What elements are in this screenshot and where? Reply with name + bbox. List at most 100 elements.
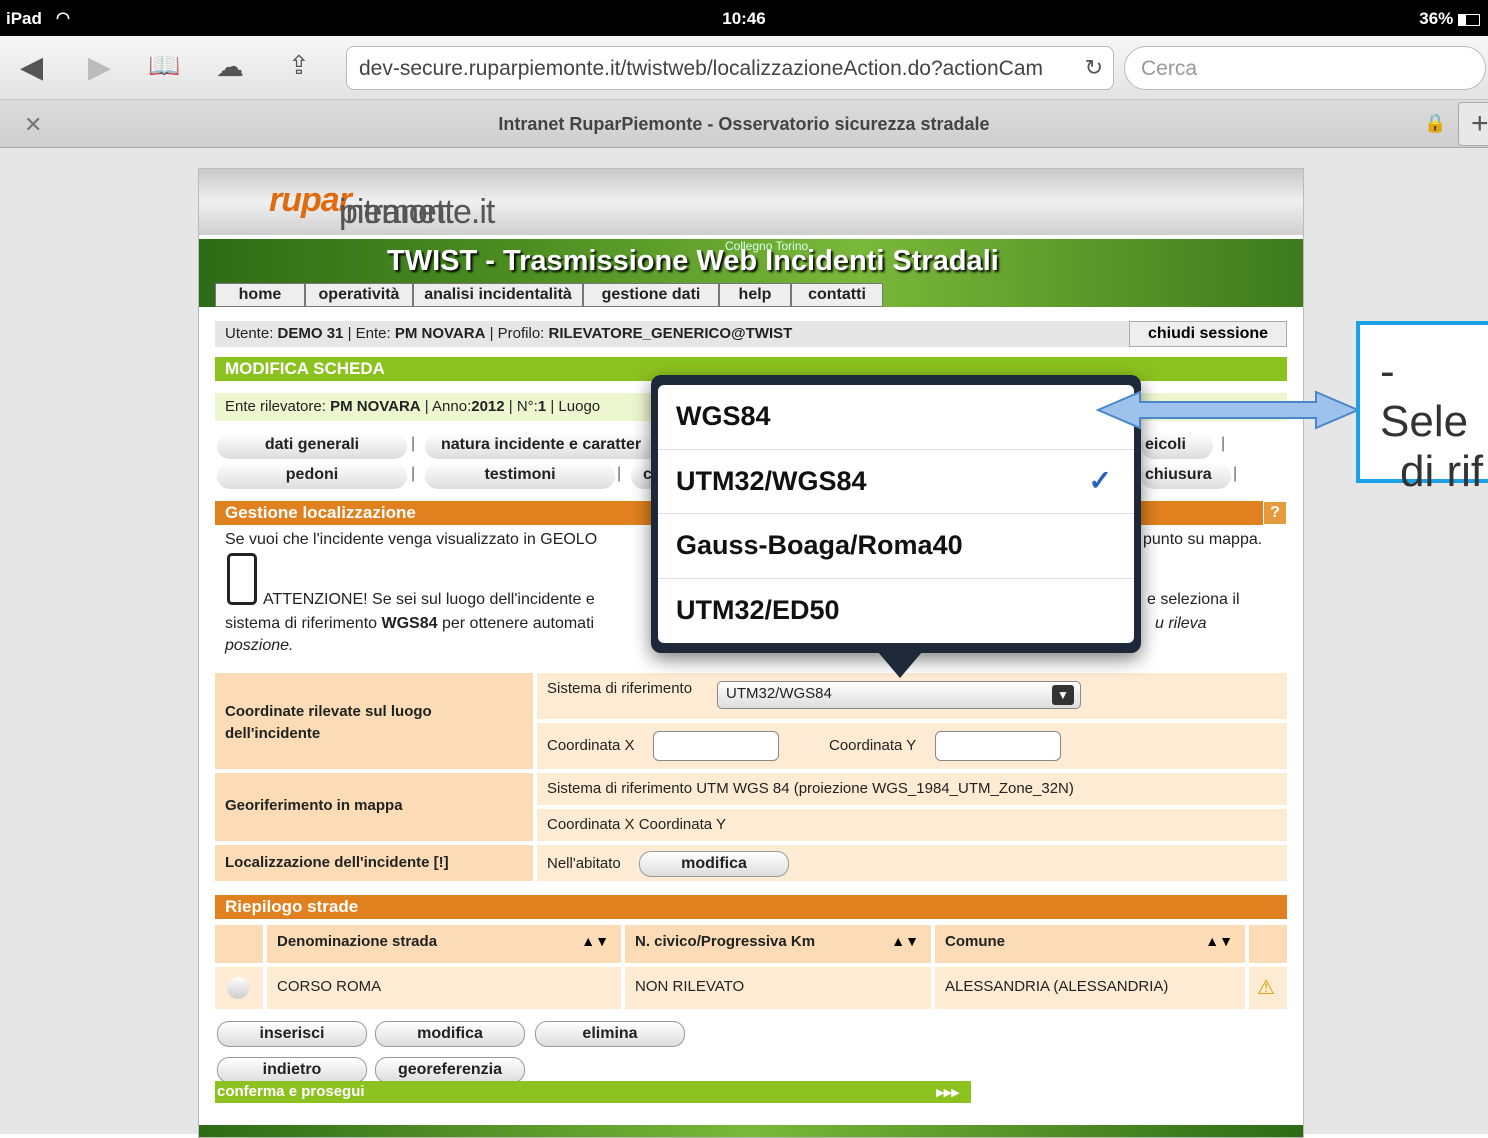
info-line-1b: punto su mappa. (1143, 531, 1263, 548)
sort-icon[interactable]: ▲▼ (891, 933, 919, 949)
coord-y-label: Coordinata Y (829, 737, 917, 754)
tab-title[interactable]: Intranet RuparPiemonte - Osservatorio si… (0, 114, 1488, 135)
info-line-3: sistema di riferimento WGS84 per ottener… (225, 615, 595, 632)
abitato-label: Nell'abitato (547, 855, 621, 872)
table-header-comune[interactable]: Comune ▲▼ (935, 925, 1245, 963)
bookmarks-icon[interactable]: 📖 (148, 50, 180, 81)
table-cell-comune: ALESSANDRIA (ALESSANDRIA) (935, 967, 1245, 1009)
geo-sistema: Sistema di riferimento UTM WGS 84 (proie… (537, 773, 1287, 805)
modifica-loc-button[interactable]: modifica (639, 851, 789, 877)
table-header-strada[interactable]: Denominazione strada ▲▼ (267, 925, 621, 963)
battery: 36% (1419, 9, 1480, 29)
geo-label-cell: Georiferimento in mappa (215, 773, 533, 841)
section-riepilogo-strade: Riepilogo strade (215, 895, 1287, 919)
search-placeholder: Cerca (1141, 57, 1198, 80)
info-line-4: poszione. (225, 637, 294, 654)
tab-veicoli[interactable]: eicoli (1141, 433, 1213, 459)
nav-operativita[interactable]: operatività (305, 283, 413, 307)
new-tab-icon[interactable]: + (1458, 102, 1488, 146)
search-input[interactable]: Cerca (1124, 46, 1486, 90)
geo-label: Georiferimento in mappa (225, 797, 403, 814)
url-bar[interactable]: dev-secure.ruparpiemonte.it/twistweb/loc… (346, 46, 1114, 90)
coord-x-label: Coordinata X (547, 737, 635, 754)
sort-icon[interactable]: ▲▼ (1205, 933, 1233, 949)
status-bar: iPad ◠ 10:46 36% (0, 0, 1488, 36)
browser-toolbar: ◀ ▶ 📖 ☁ ⇪ dev-secure.ruparpiemonte.it/tw… (0, 36, 1488, 100)
sistema-options: WGS84 UTM32/WGS84 ✓ Gauss-Boaga/Roma40 UT… (658, 385, 1134, 643)
table-cell-civico: NON RILEVATO (625, 967, 931, 1009)
indietro-button[interactable]: indietro (217, 1057, 367, 1083)
info-line-2b: e seleziona il (1147, 591, 1240, 608)
brand-logo[interactable]: intranet. rupar piemonte.it (269, 181, 495, 231)
nav-gestione-dati[interactable]: gestione dati (583, 283, 719, 307)
tab-separator: | (411, 435, 416, 452)
coord-y-input[interactable] (935, 731, 1061, 761)
tab-testimoni[interactable]: testimoni (425, 463, 615, 489)
option-utm32-ed50[interactable]: UTM32/ED50 (658, 579, 1134, 644)
nav-analisi[interactable]: analisi incidentalità (413, 283, 583, 307)
lock-icon: 🔒 (1424, 113, 1447, 133)
tab-separator: | (1221, 435, 1226, 452)
table-header-status (1249, 925, 1287, 963)
cloud-icon[interactable]: ☁ (216, 50, 244, 83)
geo-coords: Coordinata X Coordinata Y (537, 809, 1287, 841)
clock: 10:46 (722, 9, 766, 28)
info-line-1a: Se vuoi che l'incidente venga visualizza… (225, 531, 598, 548)
tab-dati-generali[interactable]: dati generali (217, 433, 407, 459)
share-icon[interactable]: ⇪ (288, 50, 310, 81)
sistema-select[interactable]: UTM32/WGS84 ▼ (717, 681, 1081, 709)
inserisci-button[interactable]: inserisci (217, 1021, 367, 1047)
coord-x-input[interactable] (653, 731, 779, 761)
elimina-button[interactable]: elimina (535, 1021, 685, 1047)
sistema-label: Sistema di riferimento (547, 680, 693, 697)
georeferenzia-button[interactable]: georeferenzia (375, 1057, 525, 1083)
arrows-icon: ▸▸▸ (936, 1084, 959, 1101)
sort-icon[interactable]: ▲▼ (581, 933, 609, 949)
main-nav: home operatività analisi incidentalità g… (215, 283, 883, 307)
chevron-down-icon: ▼ (1052, 685, 1074, 705)
tab-chiusura[interactable]: chiusura (1141, 463, 1231, 489)
table-cell-strada: CORSO ROMA (267, 967, 621, 1009)
callout-line-2: di rif (1400, 447, 1484, 496)
loc-label: Localizzazione dell'incidente [!] (225, 854, 449, 871)
nav-contatti[interactable]: contatti (791, 283, 883, 307)
radio-button[interactable] (227, 977, 249, 999)
tab-separator: | (1233, 465, 1238, 482)
tab-natura-incidente[interactable]: natura incidente e caratter (425, 433, 665, 459)
confirm-button[interactable]: conferma e prosegui ▸▸▸ (215, 1081, 971, 1103)
url-text: dev-secure.ruparpiemonte.it/twistweb/loc… (359, 57, 1044, 80)
table-header-civico[interactable]: N. civico/Progressiva Km ▲▼ (625, 925, 931, 963)
option-wgs84[interactable]: WGS84 (658, 385, 1134, 450)
coord-label: Coordinate rilevate sul luogo dell'incid… (225, 703, 432, 742)
twist-title: TWIST - Trasmissione Web Incidenti Strad… (387, 245, 999, 277)
tab-pedoni[interactable]: pedoni (217, 463, 407, 489)
table-header-empty (215, 925, 263, 963)
site-container: intranet. rupar piemonte.it Collegno Tori… (198, 168, 1304, 1138)
forward-icon[interactable]: ▶ (88, 50, 111, 85)
coord-label-cell: Coordinate rilevate sul luogo dell'incid… (215, 673, 533, 769)
nav-home[interactable]: home (215, 283, 305, 307)
reload-icon[interactable]: ↻ (1084, 55, 1103, 81)
sistema-row: Sistema di riferimento UTM32/WGS84 ▼ (537, 673, 1287, 719)
confirm-label: conferma e prosegui (217, 1083, 365, 1100)
nav-help[interactable]: help (719, 283, 791, 307)
callout-box: - Sele di rif (1356, 321, 1488, 496)
info-line-2a: ATTENZIONE! Se sei sul luogo dell'incide… (263, 591, 595, 608)
warning-icon[interactable]: ⚠ (1249, 967, 1287, 1009)
callout-line-1: - Sele (1380, 347, 1469, 446)
coord-xy-row: Coordinata X Coordinata Y (537, 723, 1287, 769)
close-session-button[interactable]: chiudi sessione (1129, 321, 1287, 347)
table-row-select[interactable] (215, 967, 263, 1009)
info-line-3d: u rileva (1155, 615, 1207, 632)
tab-separator: | (617, 465, 622, 482)
loc-label-cell: Localizzazione dell'incidente [!] (215, 845, 533, 881)
modifica-button[interactable]: modifica (375, 1021, 525, 1047)
tab-bar: ✕ Intranet RuparPiemonte - Osservatorio … (0, 100, 1488, 148)
footer-band (199, 1125, 1303, 1137)
back-icon[interactable]: ◀ (20, 50, 43, 85)
double-arrow-icon (1096, 390, 1361, 430)
help-icon[interactable]: ? (1263, 501, 1287, 525)
option-gauss-boaga[interactable]: Gauss-Boaga/Roma40 (658, 514, 1134, 579)
option-utm32-wgs84[interactable]: UTM32/WGS84 ✓ (658, 450, 1134, 514)
sistema-popover: WGS84 UTM32/WGS84 ✓ Gauss-Boaga/Roma40 UT… (651, 375, 1141, 653)
